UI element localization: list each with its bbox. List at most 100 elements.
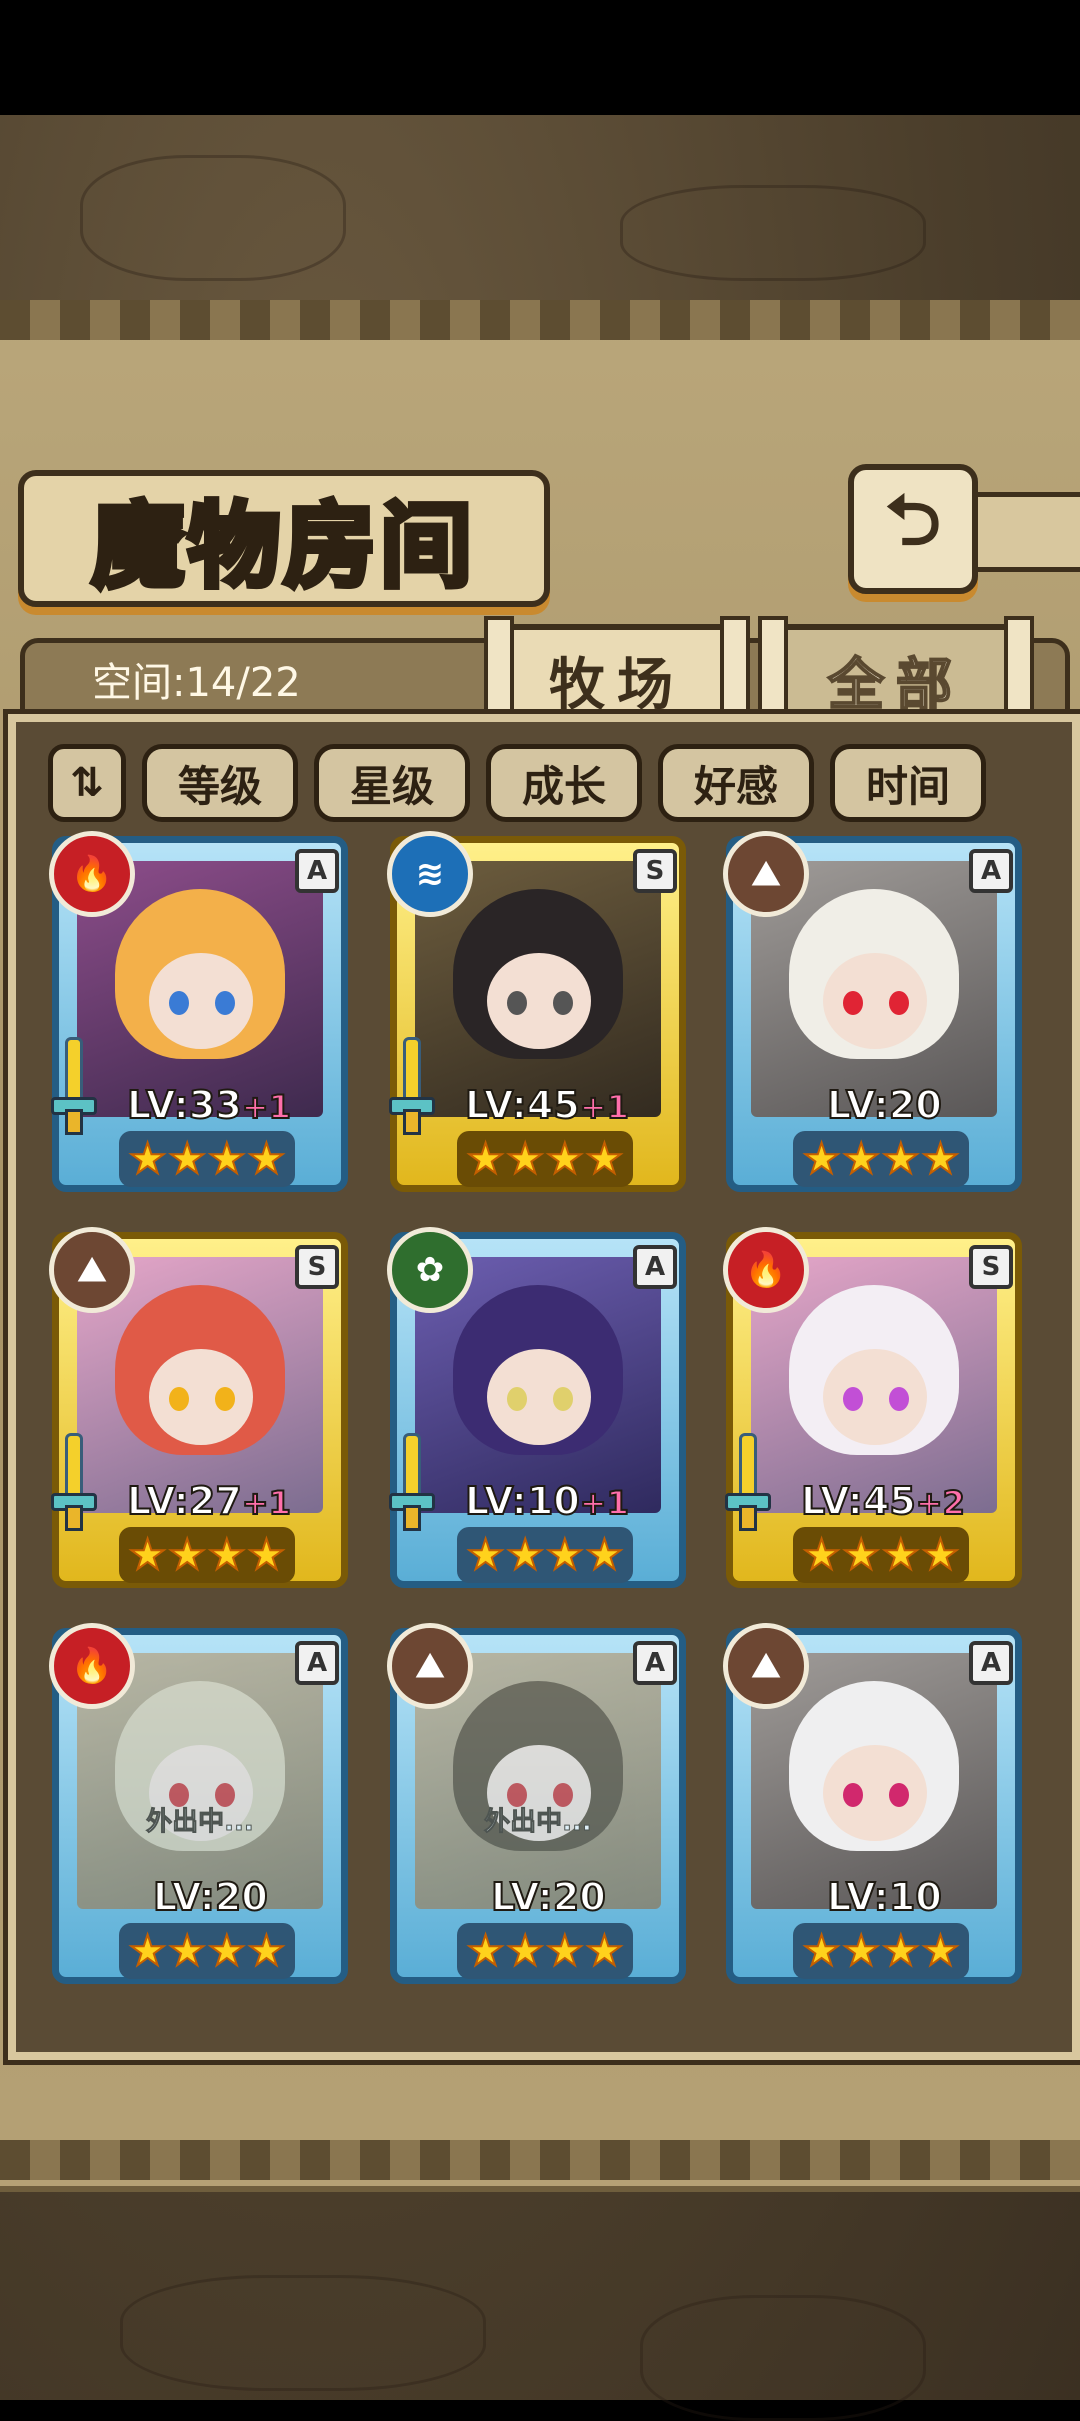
sword-icon	[51, 1433, 97, 1531]
star-icon: ★	[881, 1530, 921, 1579]
monster-card[interactable]: 外出中... ⛰ A LV:20 ★ ★ ★ ★	[387, 1623, 686, 1984]
level-value: LV:45	[800, 1478, 917, 1524]
filter-bar: ⇅ 等级 星级 成长 好感 时间	[48, 744, 1038, 822]
monster-eye	[843, 1387, 863, 1411]
monster-card[interactable]: ⛰ S LV:27+1 ★ ★ ★ ★	[49, 1227, 348, 1588]
back-button-rail	[966, 492, 1080, 572]
monster-card[interactable]: ✿ A LV:10+1 ★ ★ ★ ★	[387, 1227, 686, 1588]
level-value: LV:10	[464, 1478, 581, 1524]
away-status: 外出中...	[146, 1807, 255, 1838]
nature-element-icon: ✿	[387, 1227, 473, 1313]
star-icon: ★	[841, 1530, 881, 1579]
rank-badge: S	[295, 1245, 339, 1289]
fire-element-icon: 🔥	[49, 831, 135, 917]
map-mark	[120, 2275, 486, 2391]
monster-level: LV:45+2	[800, 1478, 966, 1524]
filter-star-button[interactable]: 星级	[314, 744, 470, 822]
filter-level-button[interactable]: 等级	[142, 744, 298, 822]
star-icon: ★	[841, 1926, 881, 1975]
rank-badge: S	[633, 849, 677, 893]
monster-eye	[215, 991, 235, 1015]
monster-level: LV:20	[490, 1874, 607, 1920]
rank-badge: A	[633, 1245, 677, 1289]
monster-card[interactable]: ⛰ A LV:20 ★ ★ ★ ★	[723, 831, 1022, 1192]
monster-card[interactable]: ⛰ A LV:10 ★ ★ ★ ★	[723, 1623, 1022, 1984]
rank-badge: A	[633, 1641, 677, 1685]
page-title: 魔物房间	[89, 489, 476, 603]
star-icon: ★	[167, 1530, 207, 1579]
star-icon: ★	[207, 1134, 247, 1183]
star-icon: ★	[585, 1530, 625, 1579]
earth-element-icon: ⛰	[723, 831, 809, 917]
status-bar	[0, 0, 1080, 115]
filter-time-button[interactable]: 时间	[830, 744, 986, 822]
back-button[interactable]: ⮌	[848, 464, 978, 594]
panel-border-top	[0, 300, 1080, 340]
sword-icon	[725, 1433, 771, 1531]
star-rating: ★ ★ ★ ★	[457, 1923, 633, 1979]
star-icon: ★	[585, 1134, 625, 1183]
star-icon: ★	[207, 1926, 247, 1975]
title-plate: 魔物房间	[18, 470, 550, 607]
monster-eye	[215, 1387, 235, 1411]
monster-face	[149, 1349, 253, 1445]
star-icon: ★	[128, 1926, 168, 1975]
sword-icon	[389, 1433, 435, 1531]
tab-all-label: 全部	[827, 652, 964, 719]
monster-level: LV:27+1	[126, 1478, 292, 1524]
sort-icon: ⇅	[70, 760, 104, 806]
fire-element-icon: 🔥	[49, 1623, 135, 1709]
monster-eye	[843, 1783, 863, 1807]
monster-face	[149, 953, 253, 1049]
level-value: LV:20	[152, 1874, 269, 1920]
monster-card[interactable]: 外出中... 🔥 A LV:20 ★ ★ ★ ★	[49, 1623, 348, 1984]
monster-card[interactable]: ≋ S LV:45+1 ★ ★ ★ ★	[387, 831, 686, 1192]
rank-badge: A	[295, 849, 339, 893]
level-bonus: +2	[915, 1483, 966, 1523]
sword-icon	[389, 1037, 435, 1135]
earth-element-icon: ⛰	[49, 1227, 135, 1313]
star-icon: ★	[505, 1530, 545, 1579]
star-icon: ★	[505, 1134, 545, 1183]
star-icon: ★	[207, 1530, 247, 1579]
filter-affection-button[interactable]: 好感	[658, 744, 814, 822]
monster-level: LV:20	[152, 1874, 269, 1920]
star-icon: ★	[841, 1134, 881, 1183]
tab-ranch-label: 牧场	[549, 652, 685, 718]
star-rating: ★ ★ ★ ★	[793, 1527, 969, 1583]
star-icon: ★	[545, 1530, 585, 1579]
monster-face	[823, 1745, 927, 1841]
star-icon: ★	[585, 1926, 625, 1975]
monster-level: LV:20	[826, 1082, 943, 1128]
star-icon: ★	[167, 1926, 207, 1975]
star-icon: ★	[921, 1530, 961, 1579]
monster-card[interactable]: 🔥 S LV:45+2 ★ ★ ★ ★	[723, 1227, 1022, 1588]
monster-level: LV:10+1	[464, 1478, 630, 1524]
monster-eye	[889, 1783, 909, 1807]
star-rating: ★ ★ ★ ★	[793, 1131, 969, 1187]
star-icon: ★	[921, 1134, 961, 1183]
star-rating: ★ ★ ★ ★	[119, 1923, 295, 1979]
monster-eye	[507, 1387, 527, 1411]
monster-eye	[843, 991, 863, 1015]
monster-card[interactable]: 🔥 A LV:33+1 ★ ★ ★ ★	[49, 831, 348, 1192]
fire-element-icon: 🔥	[723, 1227, 809, 1313]
star-icon: ★	[466, 1134, 506, 1183]
sort-order-button[interactable]: ⇅	[48, 744, 126, 822]
monster-face	[487, 953, 591, 1049]
panel-border-bottom	[0, 2140, 1080, 2180]
filter-growth-button[interactable]: 成长	[486, 744, 642, 822]
monster-level: LV:33+1	[126, 1082, 292, 1128]
filter-growth-label: 成长	[521, 761, 606, 811]
star-rating: ★ ★ ★ ★	[119, 1131, 295, 1187]
star-icon: ★	[247, 1926, 287, 1975]
star-icon: ★	[247, 1530, 287, 1579]
rank-badge: A	[969, 849, 1013, 893]
level-value: LV:27	[126, 1478, 243, 1524]
level-value: LV:33	[126, 1082, 243, 1128]
monster-face	[487, 1349, 591, 1445]
star-icon: ★	[921, 1926, 961, 1975]
level-bonus: +1	[579, 1087, 630, 1127]
sword-icon	[51, 1037, 97, 1135]
monster-level: LV:45+1	[464, 1082, 630, 1128]
